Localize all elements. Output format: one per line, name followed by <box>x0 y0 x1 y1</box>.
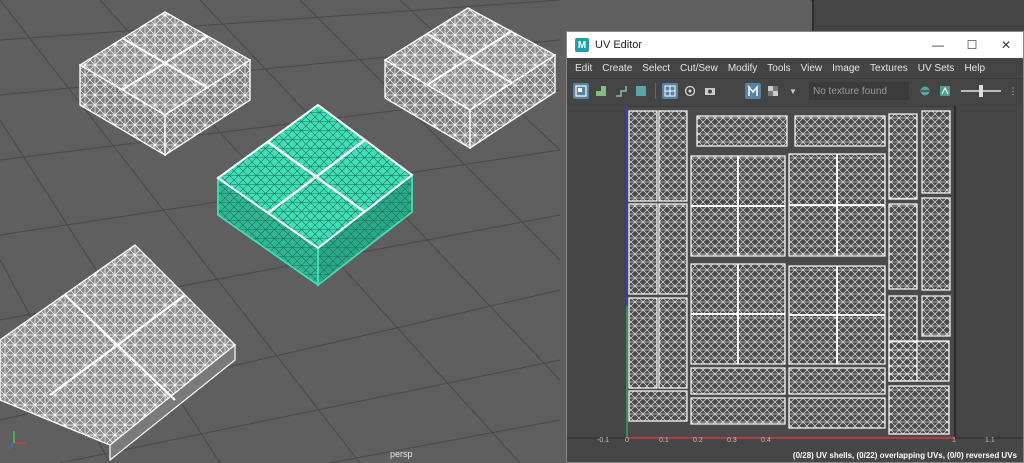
tick-label: 0.1 <box>659 437 669 444</box>
display-icon[interactable] <box>745 83 761 99</box>
tick-label: 0.4 <box>761 437 771 444</box>
menu-modify[interactable]: Modify <box>724 63 763 74</box>
uv-editor-titlebar[interactable]: M UV Editor — ☐ ✕ <box>567 32 1023 58</box>
close-button[interactable]: ✕ <box>989 38 1023 52</box>
tick-label: 1.1 <box>985 437 995 444</box>
menu-edit[interactable]: Edit <box>571 63 598 74</box>
dropdown-icon[interactable]: ▼ <box>785 83 801 99</box>
camera-label: persp <box>390 449 413 459</box>
maximize-button[interactable]: ☐ <box>955 38 989 52</box>
maya-logo-icon: M <box>575 38 589 52</box>
texture-field[interactable]: No texture found <box>809 82 909 100</box>
uv-layout[interactable] <box>567 106 1023 462</box>
window-title: UV Editor <box>595 39 643 51</box>
snap-icon[interactable] <box>633 83 649 99</box>
uv-canvas[interactable]: -0.1 0 0.1 0.2 0.3 0.4 1 1.1 (0/28) UV s… <box>567 106 1023 462</box>
shell-icon[interactable] <box>593 83 609 99</box>
uv-shells <box>628 110 951 435</box>
tick-label: 0.2 <box>693 437 703 444</box>
axis-gizmo-icon <box>6 425 32 451</box>
toolbar-separator <box>655 83 656 99</box>
maya-screen: persp M UV Editor — ☐ ✕ Edit Create Sele… <box>0 0 1024 463</box>
menu-cut-sew[interactable]: Cut/Sew <box>676 63 724 74</box>
tick-label: -0.1 <box>597 437 610 444</box>
more-icon[interactable]: ⋮ <box>1005 83 1021 99</box>
exposure-icon[interactable] <box>917 83 933 99</box>
menu-bar: Edit Create Select Cut/Sew Modify Tools … <box>567 58 1023 78</box>
mesh-block-top-right <box>383 7 557 150</box>
camera-icon[interactable] <box>702 83 718 99</box>
menu-view[interactable]: View <box>797 63 829 74</box>
pivot-icon[interactable] <box>682 83 698 99</box>
uv-status-text: (0/28) UV shells, (0/22) overlapping UVs… <box>792 451 1017 460</box>
mesh-tile-bottom-left <box>0 244 236 462</box>
menu-select[interactable]: Select <box>638 63 676 74</box>
exposure-slider[interactable] <box>961 85 1001 97</box>
panel-divider <box>812 0 1024 34</box>
mesh-block-selected <box>216 103 414 287</box>
gamma-icon[interactable] <box>937 83 953 99</box>
menu-help[interactable]: Help <box>960 63 991 74</box>
menu-image[interactable]: Image <box>828 63 866 74</box>
checker-icon[interactable] <box>662 83 678 99</box>
menu-textures[interactable]: Textures <box>866 63 914 74</box>
slider-handle[interactable] <box>979 85 983 97</box>
minimize-button[interactable]: — <box>921 38 955 52</box>
uv-toolbar: ▼ No texture found ⋮ <box>567 78 1023 103</box>
tick-label: 0 <box>625 437 629 444</box>
menu-tools[interactable]: Tools <box>763 63 796 74</box>
grid-icon[interactable] <box>613 83 629 99</box>
tick-label: 1 <box>952 437 956 444</box>
checker-toggle-icon[interactable] <box>765 83 781 99</box>
mesh-block-top-left <box>78 11 252 157</box>
menu-create[interactable]: Create <box>598 63 638 74</box>
uv-selection-icon[interactable] <box>573 83 589 99</box>
menu-uv-sets[interactable]: UV Sets <box>914 63 961 74</box>
uv-editor-window[interactable]: M UV Editor — ☐ ✕ Edit Create Select Cut… <box>566 31 1024 463</box>
tick-label: 0.3 <box>727 437 737 444</box>
